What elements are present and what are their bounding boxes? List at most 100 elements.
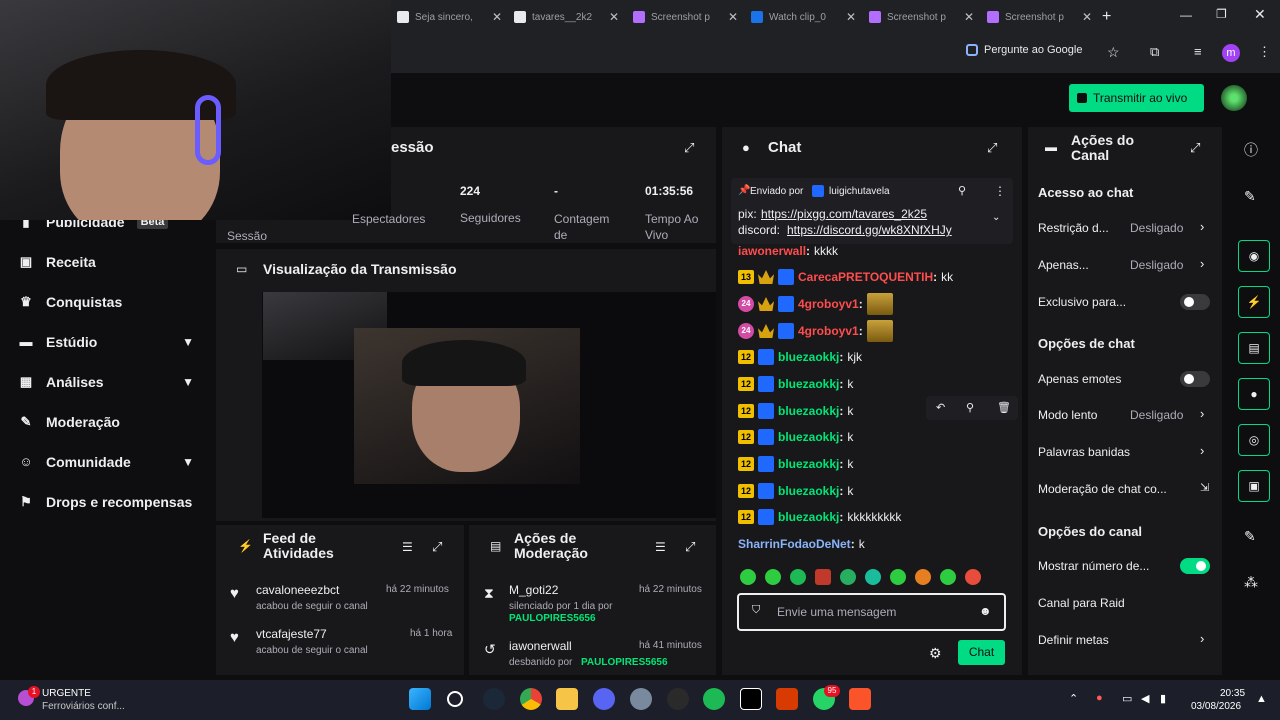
unpin-icon[interactable]: ⚲ xyxy=(958,184,966,197)
popout-icon[interactable]: ⤢ xyxy=(432,539,442,555)
microphone-icon[interactable]: ● xyxy=(1096,692,1103,704)
pinned-line1-link[interactable]: https://pixgg.com/tavares_2k25 xyxy=(761,207,927,221)
exclusive-toggle[interactable] xyxy=(1180,294,1210,310)
emote-icon[interactable] xyxy=(815,569,831,585)
emote-icon[interactable] xyxy=(740,569,756,585)
emote-icon[interactable] xyxy=(865,569,881,585)
chat-message[interactable]: 12 bluezaokkj: kkkkkkkkk xyxy=(738,508,901,526)
pin-message-icon[interactable]: ⚲ xyxy=(966,401,974,414)
browser-tab[interactable]: Seja sincero, ✕ xyxy=(397,6,502,28)
pencil-icon[interactable]: ✎ xyxy=(1244,188,1256,205)
close-tab-icon[interactable]: ✕ xyxy=(846,10,856,24)
more-options-icon[interactable]: ⋮ xyxy=(994,184,1006,198)
spotify-icon[interactable] xyxy=(703,688,725,710)
clock-date[interactable]: 03/08/2026 xyxy=(1191,701,1241,712)
wrench-icon[interactable]: ✎ xyxy=(1244,528,1256,545)
browser-tab[interactable]: Watch clip_0 ✕ xyxy=(751,6,856,28)
ask-google-button[interactable]: Pergunte ao Google xyxy=(966,44,1082,56)
goals-row[interactable]: Definir metas xyxy=(1038,633,1210,647)
info-icon[interactable]: ⓘ xyxy=(1244,140,1258,160)
emote-icon[interactable] xyxy=(840,569,856,585)
minimize-button[interactable]: — xyxy=(1180,8,1192,22)
chat-username[interactable]: bluezaokkj xyxy=(778,350,839,364)
chat-mod-row[interactable]: Moderação de chat co... xyxy=(1038,482,1210,496)
file-explorer-icon[interactable] xyxy=(556,688,578,710)
capcut-icon[interactable] xyxy=(740,688,762,710)
brave-icon[interactable] xyxy=(849,688,871,710)
reply-icon[interactable]: ↶ xyxy=(936,401,945,414)
acrobat-icon[interactable] xyxy=(776,688,798,710)
steam-icon[interactable] xyxy=(483,688,505,710)
chat-username[interactable]: bluezaokkj xyxy=(778,510,839,524)
sidebar-item-achievements[interactable]: ♛ Conquistas xyxy=(18,294,198,310)
popout-icon[interactable]: ⤢ xyxy=(1190,140,1200,156)
browser-tab[interactable]: Screenshot p ✕ xyxy=(633,6,738,28)
filter-icon[interactable]: ☰ xyxy=(402,540,413,554)
chat-message[interactable]: 12 bluezaokkj: k xyxy=(738,375,853,393)
windows-start-icon[interactable] xyxy=(409,688,431,710)
chat-username[interactable]: 4groboyv1 xyxy=(798,297,859,311)
sidebar-item-drops[interactable]: ⚑ Drops e recompensas xyxy=(18,494,198,510)
settings-icon[interactable] xyxy=(630,688,652,710)
bookmark-star-icon[interactable]: ☆ xyxy=(1107,44,1120,61)
chat-username[interactable]: bluezaokkj xyxy=(778,377,839,391)
notifications-bell-icon[interactable]: ▲ xyxy=(1256,693,1267,705)
battery-icon[interactable]: ▮ xyxy=(1160,692,1166,705)
activity-user[interactable]: cavaloneeezbct xyxy=(256,583,339,597)
network-icon[interactable]: ▭ xyxy=(1122,692,1132,705)
chat-username[interactable]: bluezaokkj xyxy=(778,430,839,444)
camera-quick-action[interactable]: ◉ xyxy=(1238,240,1270,272)
chat-message[interactable]: 13 CarecaPRETOQUENTIH: kk xyxy=(738,268,953,286)
delete-icon[interactable]: 🗑 xyxy=(997,401,1011,414)
emote-icon[interactable] xyxy=(866,293,893,315)
go-live-button[interactable]: Transmitir ao vivo xyxy=(1069,84,1204,112)
chat-message[interactable]: 12 bluezaokkj: k xyxy=(738,402,853,420)
filter-icon[interactable]: ☰ xyxy=(655,540,666,554)
emote-icon[interactable] xyxy=(866,320,893,342)
tray-chevron-icon[interactable]: ⌃ xyxy=(1069,692,1078,705)
close-tab-icon[interactable]: ✕ xyxy=(964,10,974,24)
browser-tab[interactable]: tavares__2k2 ✕ xyxy=(514,6,619,28)
popout-icon[interactable]: ⤢ xyxy=(684,140,694,156)
restriction-row[interactable]: Restrição d... xyxy=(1038,221,1210,235)
chat-message[interactable]: SharrinFodaoDeNet: k xyxy=(738,535,865,553)
chrome-icon[interactable] xyxy=(520,688,542,710)
mod-by[interactable]: PAULOPIRES5656 xyxy=(581,657,668,668)
close-tab-icon[interactable]: ✕ xyxy=(728,10,738,24)
activity-user[interactable]: vtcafajeste77 xyxy=(256,627,327,641)
chat-username[interactable]: SharrinFodaoDeNet xyxy=(738,537,851,551)
mod-user[interactable]: M_goti22 xyxy=(509,583,558,597)
emotes-only-toggle[interactable] xyxy=(1180,371,1210,387)
search-icon[interactable] xyxy=(447,691,463,707)
obs-icon[interactable] xyxy=(667,688,689,710)
news-title[interactable]: URGENTE xyxy=(42,688,91,699)
chat-username[interactable]: bluezaokkj xyxy=(778,404,839,418)
only-row[interactable]: Apenas... xyxy=(1038,258,1210,272)
sidebar-item-revenue[interactable]: ▣ Receita xyxy=(18,254,198,270)
emote-icon[interactable] xyxy=(790,569,806,585)
emote-icon[interactable] xyxy=(890,569,906,585)
chat-username[interactable]: bluezaokkj xyxy=(778,457,839,471)
slow-mode-row[interactable]: Modo lento xyxy=(1038,408,1210,422)
settings-gear-icon[interactable]: ⚙ xyxy=(929,645,942,662)
chat-message[interactable]: 24 4groboyv1: xyxy=(738,320,897,342)
chat-send-button[interactable]: Chat xyxy=(958,640,1005,665)
popout-icon[interactable]: ⤢ xyxy=(685,539,695,555)
chat-message[interactable]: 12 bluezaokkj: kjk xyxy=(738,348,862,366)
emote-icon[interactable] xyxy=(765,569,781,585)
emoji-icon[interactable]: ☻ xyxy=(979,604,992,618)
pinned-line2-link[interactable]: https://discord.gg/wk8XNfXHJy xyxy=(787,223,952,237)
sidebar-item-analytics[interactable]: ▦ Análises ▼ xyxy=(18,374,198,390)
browser-menu-icon[interactable]: ⋮ xyxy=(1258,44,1271,60)
mod-by[interactable]: PAULOPIRES5656 xyxy=(509,613,596,624)
user-avatar[interactable] xyxy=(1221,85,1247,111)
emote-icon[interactable] xyxy=(965,569,981,585)
clock-time[interactable]: 20:35 xyxy=(1220,688,1245,699)
chat-username[interactable]: iawonerwall xyxy=(738,244,806,258)
popout-icon[interactable]: ⤢ xyxy=(987,140,997,156)
bolt-quick-action[interactable]: ⚡ xyxy=(1238,286,1270,318)
chat-message[interactable]: iawonerwall: kkkk xyxy=(738,242,838,260)
sidebar-item-community[interactable]: ☺ Comunidade ▼ xyxy=(18,454,198,470)
extensions-icon[interactable]: ⧉ xyxy=(1150,44,1159,60)
banned-words-row[interactable]: Palavras banidas xyxy=(1038,445,1210,459)
